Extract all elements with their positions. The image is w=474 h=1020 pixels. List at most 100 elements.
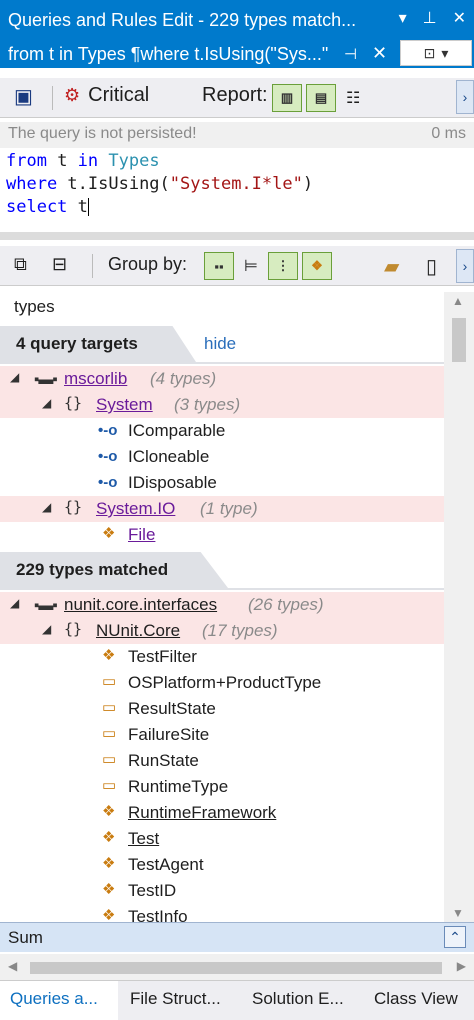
tab-solution-explorer[interactable]: Solution E... bbox=[252, 989, 344, 1009]
scroll-up-icon[interactable]: ▲ bbox=[452, 294, 464, 308]
new-query-button[interactable]: ⊡ ▾ bbox=[400, 40, 472, 66]
enum-icon: ▭ bbox=[102, 673, 117, 690]
expanded-icon[interactable]: ◢ bbox=[42, 500, 51, 514]
tab-file-structure[interactable]: File Struct... bbox=[130, 989, 221, 1009]
enum-icon: ▭ bbox=[102, 751, 117, 768]
scroll-right-icon[interactable]: ▶ bbox=[457, 959, 466, 973]
expanded-icon[interactable]: ◢ bbox=[10, 370, 19, 384]
matched-header: 229 types matched bbox=[0, 550, 444, 590]
tree-row-interface[interactable]: •-o ICloneable bbox=[0, 444, 444, 470]
interface-icon: •-o bbox=[98, 474, 118, 491]
static-class-icon: ❖ bbox=[102, 525, 116, 542]
matched-header-label: 229 types matched bbox=[0, 552, 228, 588]
report-buttons: ▥ ▤ ☷ bbox=[272, 84, 360, 112]
tree-row-class[interactable]: ❖ TestID bbox=[0, 878, 444, 904]
class-icon: ❖ bbox=[102, 829, 116, 846]
tree-row-namespace[interactable]: ◢ {} System (3 types) bbox=[0, 392, 444, 418]
sum-bar: Sum ⌃ bbox=[0, 922, 474, 952]
report-chart-icon[interactable]: ▥ bbox=[272, 84, 302, 112]
class-icon: ❖ bbox=[102, 907, 116, 922]
group-namespace-icon[interactable]: ⊨ bbox=[244, 256, 258, 276]
toolbar-separator bbox=[92, 254, 93, 278]
tab-class-view[interactable]: Class View bbox=[374, 989, 458, 1009]
hide-link[interactable]: hide bbox=[204, 334, 236, 354]
group-assembly-icon[interactable]: ▪▪ bbox=[204, 252, 234, 280]
collapse-all-button[interactable]: ⊟ bbox=[52, 254, 67, 275]
pin-icon[interactable]: ⊥ bbox=[423, 8, 437, 28]
window-title: Queries and Rules Edit - 229 types match… bbox=[8, 10, 357, 30]
tree-row-enum[interactable]: ▭ FailureSite bbox=[0, 722, 444, 748]
text-caret bbox=[87, 198, 89, 216]
targets-header: 4 query targets hide bbox=[0, 324, 444, 364]
expand-sum-button[interactable]: ⌃ bbox=[444, 926, 466, 948]
tree-row-interface[interactable]: •-o IComparable bbox=[0, 418, 444, 444]
expand-all-button[interactable]: ⧉ bbox=[14, 254, 27, 275]
tree-row-class[interactable]: ❖ File bbox=[0, 522, 444, 548]
expanded-icon[interactable]: ◢ bbox=[42, 622, 51, 636]
tree-row-enum[interactable]: ▭ RunState bbox=[0, 748, 444, 774]
query-editor[interactable]: from t in Types where t.IsUsing("System.… bbox=[0, 150, 474, 230]
enum-icon: ▭ bbox=[102, 699, 117, 716]
save-button[interactable]: ▣ bbox=[14, 84, 33, 109]
splitter[interactable] bbox=[0, 232, 474, 240]
tab-pin-icon[interactable]: ⊣ bbox=[344, 45, 357, 63]
dropdown-icon[interactable]: ▾ bbox=[399, 8, 407, 28]
query-status: The query is not persisted! 0 ms bbox=[0, 122, 474, 148]
tree-row-namespace[interactable]: ◢ {} NUnit.Core (17 types) bbox=[0, 618, 444, 644]
tree-row-class[interactable]: ❖ TestInfo bbox=[0, 904, 444, 922]
interface-icon: •-o bbox=[98, 448, 118, 465]
search-input[interactable]: types bbox=[0, 292, 444, 322]
collapse-all-icon: ⊟ bbox=[52, 254, 68, 274]
group-type-icon[interactable]: ⋮ bbox=[267, 252, 298, 280]
tree-row-class[interactable]: ❖ RuntimeFramework bbox=[0, 800, 444, 826]
document-button[interactable]: ▯ bbox=[426, 254, 437, 279]
title-bar: Queries and Rules Edit - 229 types match… bbox=[0, 0, 474, 68]
tree-row-assembly[interactable]: ◢ ▪▬▪ mscorlib (4 types) bbox=[0, 366, 444, 392]
close-icon[interactable]: ✕ bbox=[453, 8, 466, 28]
tree-row-enum[interactable]: ▭ RuntimeType bbox=[0, 774, 444, 800]
toolbar-separator bbox=[52, 86, 53, 110]
namespace-icon: {} bbox=[64, 394, 83, 412]
scroll-thumb[interactable] bbox=[30, 962, 442, 974]
critical-button[interactable]: ⚙ Critical bbox=[64, 84, 149, 107]
tab-queries[interactable]: Queries a... bbox=[0, 981, 118, 1020]
query-line-2: where t.IsUsing("System.I*le") bbox=[6, 174, 314, 194]
chevron-down-icon: ▾ bbox=[441, 44, 449, 61]
scroll-thumb[interactable] bbox=[452, 318, 466, 362]
tab-close-icon[interactable]: ✕ bbox=[372, 43, 387, 64]
folder-icon: ▰ bbox=[384, 256, 400, 278]
vertical-scrollbar[interactable]: ▲ ▼ bbox=[444, 292, 474, 922]
bottom-tab-strip: Queries a... File Struct... Solution E..… bbox=[0, 980, 474, 1020]
tree-row-enum[interactable]: ▭ ResultState bbox=[0, 696, 444, 722]
class-icon: ❖ bbox=[102, 881, 116, 898]
scroll-down-icon[interactable]: ▼ bbox=[452, 906, 464, 920]
query-line-1: from t in Types bbox=[6, 151, 160, 171]
class-icon: ❖ bbox=[102, 647, 116, 664]
tree-row-class[interactable]: ❖ TestAgent bbox=[0, 852, 444, 878]
horizontal-scrollbar[interactable]: ◀ ▶ bbox=[0, 954, 474, 980]
result-tree: 4 query targets hide ◢ ▪▬▪ mscorlib (4 t… bbox=[0, 324, 444, 922]
toolbar-overflow-button[interactable]: › bbox=[456, 249, 474, 283]
report-export-icon[interactable]: ▤ bbox=[306, 84, 336, 112]
tree-row-class[interactable]: ❖ TestFilter bbox=[0, 644, 444, 670]
folder-button[interactable]: ▰ bbox=[384, 254, 399, 279]
scroll-left-icon[interactable]: ◀ bbox=[8, 959, 17, 973]
toolbar-overflow-button[interactable]: › bbox=[456, 80, 474, 114]
double-chevron-up-icon: ⌃ bbox=[449, 928, 461, 945]
namespace-icon: {} bbox=[64, 620, 83, 638]
tree-row-namespace[interactable]: ◢ {} System.IO (1 type) bbox=[0, 496, 444, 522]
expanded-icon[interactable]: ◢ bbox=[10, 596, 19, 610]
expanded-icon[interactable]: ◢ bbox=[42, 396, 51, 410]
query-toolbar: ▣ ⚙ Critical Report: ▥ ▤ ☷ › bbox=[0, 78, 474, 118]
group-class-icon[interactable]: ❖ bbox=[301, 252, 332, 280]
tree-row-class[interactable]: ❖ Test bbox=[0, 826, 444, 852]
report-list-icon[interactable]: ☷ bbox=[346, 88, 360, 108]
tree-row-enum[interactable]: ▭ OSPlatform+ProductType bbox=[0, 670, 444, 696]
tree-row-interface[interactable]: •-o IDisposable bbox=[0, 470, 444, 496]
expand-all-icon: ⧉ bbox=[14, 254, 27, 274]
group-by-label: Group by: bbox=[108, 254, 188, 274]
document-icon: ▯ bbox=[426, 256, 438, 278]
save-icon: ▣ bbox=[14, 86, 33, 108]
tree-row-assembly[interactable]: ◢ ▪▬▪ nunit.core.interfaces (26 types) bbox=[0, 592, 444, 618]
window-subtitle: from t in Types ¶where t.IsUsing("Sys...… bbox=[8, 44, 329, 64]
